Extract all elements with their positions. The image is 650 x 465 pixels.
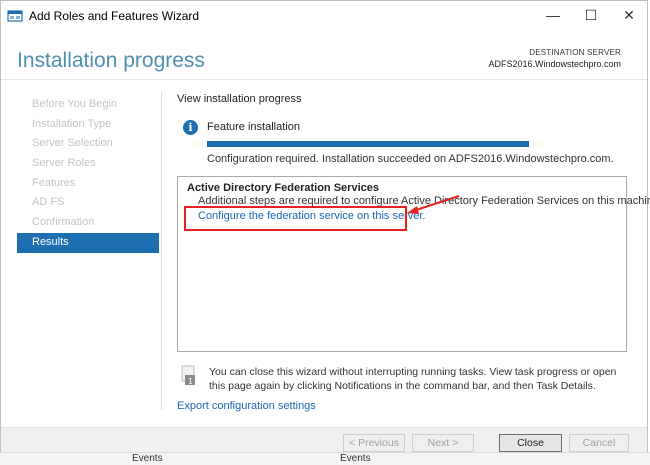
info-icon: i: [183, 120, 198, 135]
background-events-label: Events: [340, 453, 371, 464]
result-feature-title: Active Directory Federation Services: [187, 182, 379, 194]
step-server-selection: Server Selection: [32, 137, 113, 150]
page-title: Installation progress: [17, 49, 205, 72]
step-server-roles: Server Roles: [32, 157, 96, 170]
step-confirmation: Confirmation: [32, 216, 95, 229]
next-button[interactable]: Next >: [412, 434, 474, 452]
step-before-you-begin: Before You Begin: [32, 98, 118, 110]
server-manager-icon: [7, 8, 23, 22]
sidebar-divider: [161, 92, 162, 410]
step-results[interactable]: Results: [17, 232, 159, 253]
feature-installation-label: Feature installation: [207, 121, 300, 133]
background-window-strip: [0, 452, 650, 465]
progress-fill: [207, 141, 529, 147]
annotation-arrow-icon: [407, 195, 460, 214]
cancel-button[interactable]: Cancel: [569, 434, 629, 452]
svg-text:1: 1: [188, 377, 193, 386]
destination-server-value: ADFS2016.Windowstechpro.com: [488, 59, 621, 69]
annotation-highlight-box: [184, 206, 407, 231]
close-wizard-note: You can close this wizard without interr…: [209, 366, 617, 392]
window-title: Add Roles and Features Wizard: [29, 9, 200, 23]
close-window-button[interactable]: ✕: [607, 1, 650, 29]
background-events-label: Events: [132, 453, 163, 464]
close-button[interactable]: Close: [499, 434, 562, 452]
wizard-window: Add Roles and Features Wizard — ☐ ✕ Inst…: [0, 0, 650, 453]
wizard-steps-nav: Before You Begin Installation Type Serve…: [17, 95, 159, 253]
header-divider: [1, 79, 647, 80]
previous-button[interactable]: < Previous: [343, 434, 405, 452]
step-installation-type: Installation Type: [32, 117, 112, 130]
destination-server-label: DESTINATION SERVER: [529, 48, 621, 57]
step-features: Features: [32, 176, 76, 189]
title-bar: Add Roles and Features Wizard — ☐ ✕: [1, 1, 647, 29]
content-heading: View installation progress: [177, 93, 302, 105]
installation-progress-bar: [207, 141, 529, 147]
notification-flag-icon: 1: [179, 365, 199, 387]
installation-status: Configuration required. Installation suc…: [207, 153, 614, 165]
export-configuration-link[interactable]: Export configuration settings: [177, 400, 316, 412]
step-ad-fs: AD FS: [32, 196, 65, 209]
